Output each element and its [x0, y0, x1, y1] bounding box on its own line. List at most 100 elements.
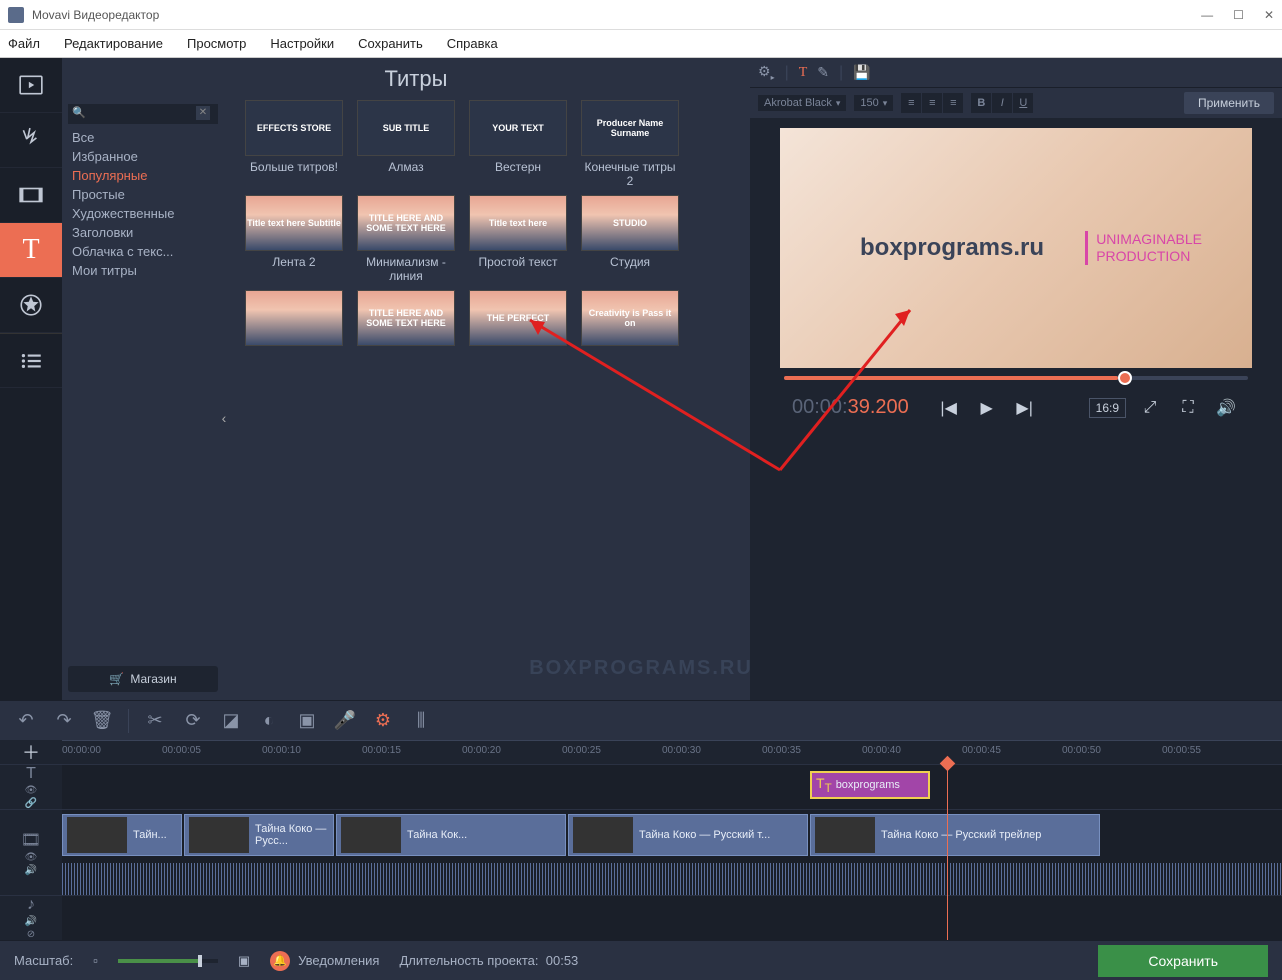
category-item[interactable]: Мои титры	[68, 261, 218, 280]
transition-wizard-button[interactable]: ▣	[291, 705, 323, 737]
project-duration: Длительность проекта: 00:53	[399, 953, 578, 968]
aspect-ratio-button[interactable]: 16:9	[1089, 398, 1126, 418]
split-button[interactable]: ✂	[139, 705, 171, 737]
preview-toolbar: ⚙▸ | T ✎ | 💾	[750, 58, 1282, 88]
seek-bar[interactable]	[780, 368, 1252, 388]
volume-icon[interactable]: 🔊	[1212, 394, 1240, 422]
tab-filters[interactable]	[0, 113, 62, 168]
title-thumb[interactable]: THE PERFECT	[468, 290, 568, 378]
title-thumb[interactable]: YOUR TEXTВестерн	[468, 100, 568, 189]
ruler-mark: 00:00:40	[862, 745, 901, 756]
playhead[interactable]	[947, 764, 948, 940]
record-audio-button[interactable]: 🎤	[329, 705, 361, 737]
color-adjust-button[interactable]: ◐	[253, 705, 285, 737]
title-track[interactable]: TTboxprograms	[62, 765, 1282, 809]
next-frame-button[interactable]: ▶|	[1011, 394, 1039, 422]
title-clip[interactable]: TTboxprograms	[810, 771, 930, 799]
undo-button[interactable]: ↶	[10, 705, 42, 737]
clip-properties-button[interactable]: ⚙	[367, 705, 399, 737]
preview-canvas[interactable]: boxprograms.ru UNIMAGINABLE PRODUCTION	[780, 128, 1252, 368]
canvas-title-text: boxprograms.ru	[860, 234, 1044, 262]
underline-button[interactable]: U	[1013, 93, 1033, 113]
category-item[interactable]: Облачка с текс...	[68, 242, 218, 261]
text-style: B I U	[971, 93, 1033, 113]
timeline-toolbar: ↶ ↷ 🗑 ✂ ⟳ ◪ ◐ ▣ 🎤 ⚙ ⫼	[0, 700, 1282, 740]
close-button[interactable]: ✕	[1264, 8, 1274, 22]
video-clip[interactable]: Тайн...	[62, 814, 182, 856]
menu-edit[interactable]: Редактирование	[64, 36, 163, 51]
save-preset-icon[interactable]: 💾	[853, 64, 870, 81]
redo-button[interactable]: ↷	[48, 705, 80, 737]
ruler-mark: 00:00:00	[62, 745, 101, 756]
tab-media[interactable]	[0, 58, 62, 113]
video-clip[interactable]: Тайна Кок...	[336, 814, 566, 856]
color-tool-icon[interactable]: ✎	[817, 64, 829, 81]
align-center-button[interactable]: ≡	[922, 93, 942, 113]
zoom-slider[interactable]	[118, 959, 218, 963]
maximize-button[interactable]: ☐	[1233, 8, 1244, 22]
minimize-button[interactable]: —	[1201, 8, 1213, 22]
zoom-out-icon[interactable]: ▫	[93, 953, 98, 968]
menu-save[interactable]: Сохранить	[358, 36, 423, 51]
video-clip[interactable]: Тайна Коко — Русский трейлер	[810, 814, 1100, 856]
title-thumb[interactable]: SUB TITLEАлмаз	[356, 100, 456, 189]
notifications-button[interactable]: 🔔Уведомления	[270, 951, 379, 971]
title-thumb[interactable]: Title text hereПростой текст	[468, 195, 568, 284]
video-track[interactable]: Тайн...Тайна Коко — Русс...Тайна Кок...Т…	[62, 810, 1282, 895]
delete-button[interactable]: 🗑	[86, 705, 118, 737]
video-clip[interactable]: Тайна Коко — Русский т...	[568, 814, 808, 856]
bell-icon: 🔔	[270, 951, 290, 971]
fullscreen-icon[interactable]: ⛶	[1174, 394, 1202, 422]
category-item[interactable]: Простые	[68, 185, 218, 204]
prev-frame-button[interactable]: |◀	[935, 394, 963, 422]
play-button[interactable]: ▶	[973, 394, 1001, 422]
video-clip[interactable]: Тайна Коко — Русс...	[184, 814, 334, 856]
crop-button[interactable]: ◪	[215, 705, 247, 737]
menu-help[interactable]: Справка	[447, 36, 498, 51]
category-item[interactable]: Все	[68, 128, 218, 147]
menu-view[interactable]: Просмотр	[187, 36, 246, 51]
category-item[interactable]: Популярные	[68, 166, 218, 185]
clip-properties-icon[interactable]: ⚙▸	[758, 63, 775, 82]
tab-stickers[interactable]	[0, 278, 62, 333]
category-item[interactable]: Художественные	[68, 204, 218, 223]
tab-more[interactable]	[0, 333, 62, 388]
title-thumb[interactable]: TITLE HERE AND SOME TEXT HERE	[356, 290, 456, 378]
tracks: T👁🔗 TTboxprograms 🎞👁🔊 Тайн...Тайна Коко …	[0, 764, 1282, 940]
tab-transitions[interactable]	[0, 168, 62, 223]
zoom-fit-icon[interactable]: ▣	[238, 953, 250, 969]
rotate-button[interactable]: ⟳	[177, 705, 209, 737]
title-thumb[interactable]: STUDIOСтудия	[580, 195, 680, 284]
search-clear-icon[interactable]: ✕	[196, 106, 210, 120]
font-select[interactable]: Akrobat Black	[758, 95, 846, 111]
category-item[interactable]: Избранное	[68, 147, 218, 166]
text-tool-icon[interactable]: T	[799, 65, 808, 81]
popout-icon[interactable]: ⤢	[1136, 394, 1164, 422]
align-right-button[interactable]: ≡	[943, 93, 963, 113]
align-left-button[interactable]: ≡	[901, 93, 921, 113]
title-thumb[interactable]: Creativity is Pass it on	[580, 290, 680, 378]
category-item[interactable]: Заголовки	[68, 223, 218, 242]
collapse-panel-button[interactable]: ‹	[218, 400, 230, 436]
title-thumb[interactable]	[244, 290, 344, 378]
timeline-ruler[interactable]: ＋ 00:00:0000:00:0500:00:1000:00:1500:00:…	[0, 740, 1282, 764]
menubar: Файл Редактирование Просмотр Настройки С…	[0, 30, 1282, 58]
size-select[interactable]: 150	[854, 95, 893, 111]
italic-button[interactable]: I	[992, 93, 1012, 113]
apply-button[interactable]: Применить	[1184, 92, 1274, 114]
shop-button[interactable]: 🛒 Магазин	[68, 666, 218, 692]
equalizer-button[interactable]: ⫼	[405, 705, 437, 737]
audio-track[interactable]	[62, 896, 1282, 940]
title-thumb[interactable]: EFFECTS STOREБольше титров!	[244, 100, 344, 189]
tab-titles[interactable]: T	[0, 223, 62, 278]
title-thumb[interactable]: TITLE HERE AND SOME TEXT HEREМинимализм …	[356, 195, 456, 284]
add-track-button[interactable]: ＋	[0, 740, 62, 764]
title-thumb[interactable]: Title text here SubtitleЛента 2	[244, 195, 344, 284]
export-button[interactable]: Сохранить	[1098, 945, 1268, 977]
menu-file[interactable]: Файл	[8, 36, 40, 51]
menu-settings[interactable]: Настройки	[270, 36, 334, 51]
title-thumb[interactable]: Producer Name SurnameКонечные титры 2	[580, 100, 680, 189]
bold-button[interactable]: B	[971, 93, 991, 113]
audio-track-header: ♪🔊⊘	[0, 896, 62, 940]
playback-controls: 00:00:39.200 |◀ ▶ ▶| 16:9 ⤢ ⛶ 🔊	[780, 388, 1252, 428]
